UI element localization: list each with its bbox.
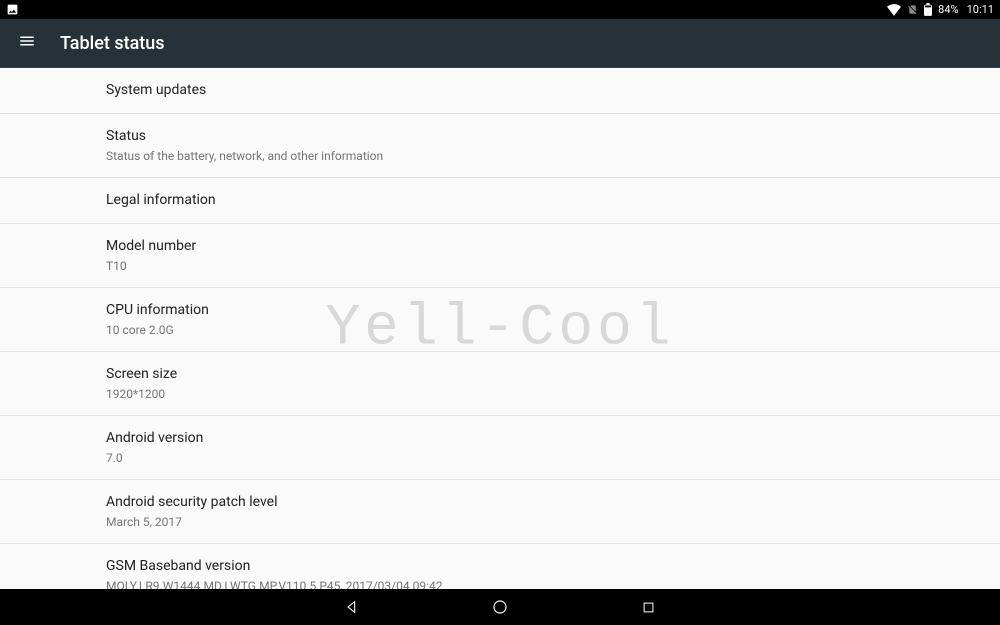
row-secondary: 7.0 bbox=[106, 450, 1000, 466]
row-primary: Legal information bbox=[106, 191, 1000, 210]
battery-pct: 84% bbox=[938, 3, 958, 16]
no-sim-icon bbox=[907, 3, 918, 16]
row-android-version[interactable]: Android version 7.0 bbox=[0, 416, 1000, 480]
android-navbar bbox=[0, 589, 1000, 625]
row-system-updates[interactable]: System updates bbox=[0, 68, 1000, 114]
nav-back-button[interactable] bbox=[343, 598, 361, 616]
row-primary: Status bbox=[106, 127, 1000, 146]
nav-recent-button[interactable] bbox=[639, 598, 657, 616]
row-screen-size[interactable]: Screen size 1920*1200 bbox=[0, 352, 1000, 416]
settings-list: System updates Status Status of the batt… bbox=[0, 68, 1000, 589]
gallery-notification-icon bbox=[6, 3, 19, 16]
row-primary: Android version bbox=[106, 429, 1000, 448]
row-model-number[interactable]: Model number T10 bbox=[0, 224, 1000, 288]
row-primary: Screen size bbox=[106, 365, 1000, 384]
row-secondary: 10 core 2.0G bbox=[106, 322, 1000, 338]
nav-home-button[interactable] bbox=[491, 598, 509, 616]
row-primary: Model number bbox=[106, 237, 1000, 256]
wifi-icon bbox=[887, 4, 901, 16]
battery-icon bbox=[924, 3, 932, 16]
row-secondary: March 5, 2017 bbox=[106, 514, 1000, 530]
row-status[interactable]: Status Status of the battery, network, a… bbox=[0, 114, 1000, 178]
row-legal-information[interactable]: Legal information bbox=[0, 178, 1000, 224]
row-primary: System updates bbox=[106, 81, 1000, 100]
row-primary: Android security patch level bbox=[106, 493, 1000, 512]
clock: 10:11 bbox=[967, 3, 994, 16]
row-secondary: T10 bbox=[106, 258, 1000, 274]
row-gsm-baseband-version[interactable]: GSM Baseband version MOLY.LR9.W1444.MD.L… bbox=[0, 544, 1000, 589]
menu-icon[interactable] bbox=[18, 32, 36, 54]
row-secondary: Status of the battery, network, and othe… bbox=[106, 148, 1000, 164]
android-statusbar: 84% 10:11 bbox=[0, 0, 1000, 19]
row-primary: CPU information bbox=[106, 301, 1000, 320]
page-title: Tablet status bbox=[60, 33, 165, 54]
row-secondary: 1920*1200 bbox=[106, 386, 1000, 402]
app-bar: Tablet status bbox=[0, 19, 1000, 68]
content-area: Yell-Cool System updates Status Status o… bbox=[0, 68, 1000, 589]
row-cpu-information[interactable]: CPU information 10 core 2.0G bbox=[0, 288, 1000, 352]
row-android-security-patch-level[interactable]: Android security patch level March 5, 20… bbox=[0, 480, 1000, 544]
row-secondary: MOLY.LR9.W1444.MD.LWTG.MP.V110.5.P45, 20… bbox=[106, 578, 1000, 589]
row-primary: GSM Baseband version bbox=[106, 557, 1000, 576]
